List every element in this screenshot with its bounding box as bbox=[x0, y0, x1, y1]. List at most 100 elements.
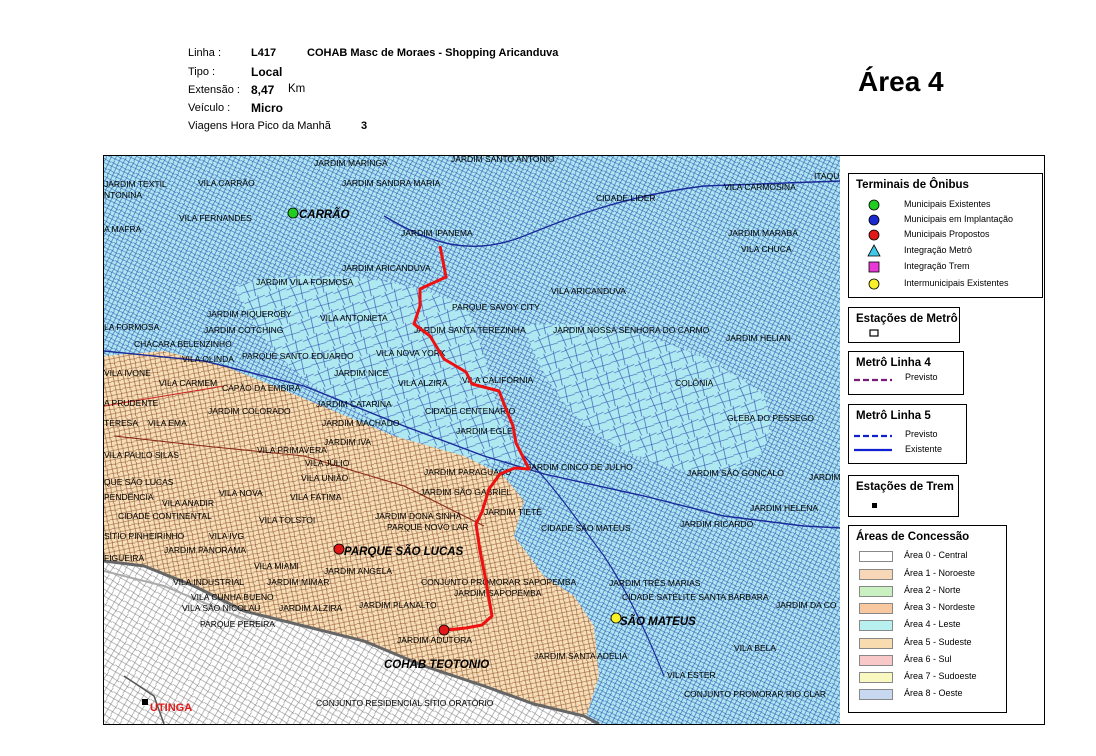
place-label: VILA TOLSTOI bbox=[259, 515, 315, 525]
place-label: JARDIM SAPOPEMBA bbox=[454, 588, 542, 598]
terminal-carrao-marker[interactable] bbox=[287, 207, 299, 219]
area-swatch bbox=[859, 603, 893, 614]
place-label: CONJUNTO PROMORAR SAPOPEMBA bbox=[421, 577, 577, 587]
legend-metro-5-item-previsto: Previsto bbox=[905, 429, 938, 439]
place-label: COLÔNIA bbox=[675, 378, 714, 388]
place-label: JARDIM TRÊS MARIAS bbox=[609, 578, 701, 588]
place-label: JARDIM SÃO GABRIEL bbox=[420, 487, 511, 497]
terminal-carrao-label: CARRÃO bbox=[299, 208, 350, 221]
place-label: VILA ARICANDUVA bbox=[551, 286, 626, 296]
place-label: VILA IVONE bbox=[104, 368, 151, 378]
tipo-label: Tipo : bbox=[188, 66, 216, 78]
place-label: VILA IVG bbox=[209, 531, 244, 541]
place-label: VILA INDUSTRIAL bbox=[173, 577, 244, 587]
place-label: JARDIM MACHADO bbox=[322, 418, 400, 428]
legend-metro-5: Metrô Linha 5 Previsto Existente bbox=[848, 404, 967, 464]
place-label: JARDIM MIMAR bbox=[267, 577, 329, 587]
place-label: VILA FERNANDES bbox=[179, 213, 252, 223]
place-label: JARDIM MARABÁ bbox=[728, 228, 798, 238]
train-integration-square-icon bbox=[868, 261, 880, 273]
place-label: CIDADE SÃO MATEUS bbox=[541, 523, 631, 533]
legend-estacoes-metro-title: Estações de Metrô bbox=[856, 313, 958, 325]
place-label: NTONINA bbox=[104, 190, 142, 200]
extensao-label: Extensão : bbox=[188, 84, 240, 96]
place-label: JARDIM IVA bbox=[324, 437, 371, 447]
legend-estacoes-trem-title: Estações de Trem bbox=[856, 481, 954, 493]
place-label: JARDIM D bbox=[809, 472, 841, 482]
metro-integration-triangle-icon bbox=[867, 244, 881, 257]
terminal-proposed-icon bbox=[868, 229, 880, 241]
legend-estacoes-metro: Estações de Metrô bbox=[848, 307, 960, 343]
terminal-cohab-teotonio-label: COHAB TEOTONIO bbox=[384, 659, 489, 671]
place-label: JARDIM COLORADO bbox=[208, 406, 291, 416]
legend-metro-4: Metrô Linha 4 Previsto bbox=[848, 351, 964, 395]
place-label: VILA UNIÃO bbox=[301, 473, 349, 483]
place-label: JARDIM EGLE bbox=[456, 426, 513, 436]
place-label: VILA MIAMI bbox=[254, 561, 299, 571]
place-label: PENDÊNCIA bbox=[104, 492, 154, 502]
place-label: JARDIM SÃO GONÇALO bbox=[687, 468, 784, 478]
linha-label: Linha : bbox=[188, 47, 222, 59]
place-label: VILA NOVA bbox=[219, 488, 263, 498]
place-label: PARQUE PEREIRA bbox=[200, 619, 275, 629]
place-label: A MAFRA bbox=[104, 224, 142, 234]
legend-concessao: Áreas de Concessão Área 0 - Central Área… bbox=[848, 525, 1007, 713]
train-station-utinga-label: UTINGA bbox=[150, 702, 192, 714]
legend-metro-4-title: Metrô Linha 4 bbox=[856, 357, 931, 369]
metro-station-icon bbox=[869, 329, 879, 337]
extensao-unit: Km bbox=[288, 83, 306, 95]
place-label: JARDIM ADUTORA bbox=[397, 635, 472, 645]
place-label: JARDIM SANTO ANTONIO bbox=[451, 156, 555, 164]
tipo-value: Local bbox=[251, 65, 283, 79]
place-label: PARQUE NOVO LAR bbox=[387, 522, 469, 532]
place-label: JARDIM HELENA bbox=[750, 503, 818, 513]
place-label: QUE SÃO LUCAS bbox=[104, 477, 174, 487]
area-title: Área 4 bbox=[858, 66, 944, 97]
place-label: JARDIM SANDRA MARIA bbox=[342, 178, 441, 188]
place-label: VILA NOVA YORK bbox=[376, 348, 446, 358]
place-label: JARDIM ALZIRA bbox=[279, 603, 343, 613]
place-label: FIGUEIRA bbox=[104, 553, 144, 563]
veiculo-value: Micro bbox=[251, 101, 284, 115]
place-label: JARDIM PIQUEROBY bbox=[207, 309, 292, 319]
train-station-utinga-marker[interactable] bbox=[142, 699, 148, 705]
place-label: CIDADE LIDER bbox=[596, 193, 656, 203]
place-label: JARDIM NICE bbox=[334, 368, 389, 378]
route-map[interactable]: JARDIM MARINGÁ JARDIM SANTO ANTONIO ITAQ… bbox=[103, 155, 842, 725]
area-swatch bbox=[859, 569, 893, 580]
legend-panel: Terminais de Ônibus Municipais Existente… bbox=[840, 155, 1045, 725]
legend-terminais-title: Terminais de Ônibus bbox=[856, 179, 969, 191]
place-label: JARDIM PLANALTO bbox=[359, 600, 437, 610]
place-label: JARDIM DA CO bbox=[776, 600, 837, 610]
place-label: JARDIM ANGELA bbox=[324, 566, 392, 576]
place-label: GLEBA DO PESSEGO bbox=[727, 413, 814, 423]
linha-name: COHAB Masc de Moraes - Shopping Aricandu… bbox=[307, 47, 559, 59]
train-station-icon bbox=[872, 503, 877, 508]
terminal-sao-mateus-label: SÃO MATEUS bbox=[620, 615, 696, 628]
terminal-intermunicipal-icon bbox=[868, 278, 880, 290]
place-label: ITAQUER bbox=[814, 171, 841, 181]
place-label: VILA CARMEM bbox=[159, 378, 217, 388]
place-label: VILA OLINDA bbox=[182, 354, 234, 364]
place-label: JARDIM COTCHING bbox=[204, 325, 283, 335]
legend-metro-5-title: Metrô Linha 5 bbox=[856, 410, 931, 422]
place-label: LA FORMOSA bbox=[104, 322, 160, 332]
place-label: VILA CHUCA bbox=[741, 244, 792, 254]
legend-concessao-title: Áreas de Concessão bbox=[856, 531, 970, 543]
place-label: VILA SÃO NICOLAU bbox=[182, 603, 260, 613]
place-label: JARDIM SANTA TEREZINHA bbox=[414, 325, 526, 335]
veiculo-label: Veículo : bbox=[188, 102, 231, 114]
terminal-parque-sao-lucas-marker[interactable] bbox=[333, 543, 345, 555]
legend-metro-5-item-existente: Existente bbox=[905, 444, 943, 454]
terminal-cohab-teotonio-marker[interactable] bbox=[438, 624, 450, 636]
extensao-value: 8,47 bbox=[251, 83, 275, 97]
area-swatch bbox=[859, 586, 893, 597]
place-label: CONJUNTO PROMORAR RIO CLAR bbox=[684, 689, 826, 699]
metro-4-dashed-line-icon bbox=[854, 378, 892, 382]
terminal-parque-sao-lucas-label: PARQUE SÃO LUCAS bbox=[344, 545, 464, 558]
place-label: JARDIM ARICANDUVA bbox=[342, 263, 431, 273]
linha-code: L417 bbox=[251, 47, 277, 59]
place-label: VILA CARRÃO bbox=[198, 178, 255, 188]
place-label: JARDIM RICARDO bbox=[680, 519, 754, 529]
place-label: A PRUDENTE bbox=[104, 398, 159, 408]
